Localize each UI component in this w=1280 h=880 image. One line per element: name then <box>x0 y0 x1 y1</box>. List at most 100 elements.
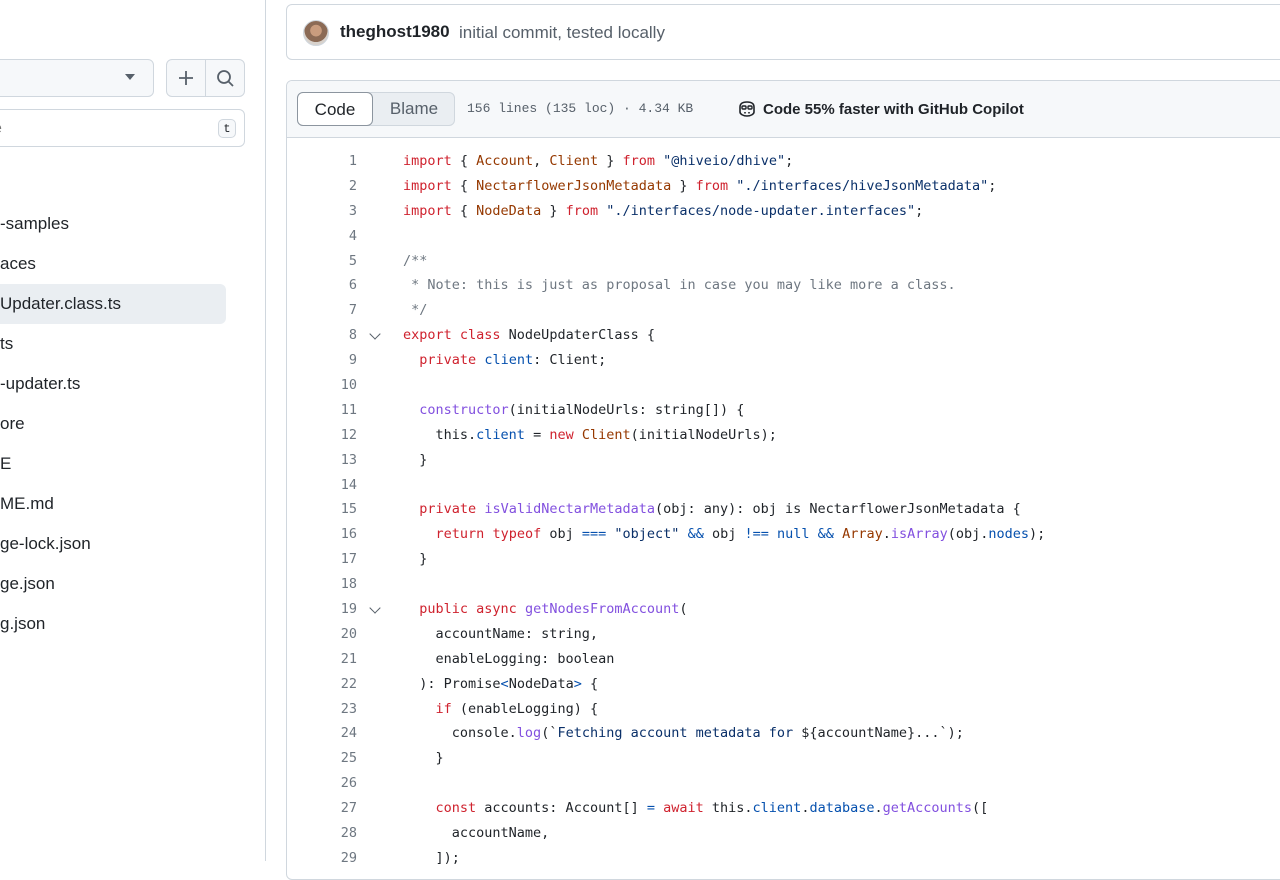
chevron-down-icon[interactable] <box>369 602 381 614</box>
line-number[interactable]: 23 <box>287 697 357 722</box>
line-number[interactable]: 22 <box>287 672 357 697</box>
tree-item[interactable]: aces <box>0 244 265 284</box>
code-token: > <box>573 675 582 692</box>
code-line: 1 import { Account, Client } from "@hivei… <box>287 149 1280 174</box>
code-token: client <box>752 800 802 817</box>
tree-item-label: -updater.ts <box>0 374 81 393</box>
line-number[interactable]: 8 <box>287 323 357 348</box>
code-token: this. <box>403 426 477 443</box>
line-number[interactable]: 20 <box>287 622 357 647</box>
line-number[interactable]: 28 <box>287 821 357 846</box>
line-number[interactable]: 10 <box>287 373 357 398</box>
line-number[interactable]: 14 <box>287 473 357 498</box>
code-token: database <box>809 800 875 817</box>
code-token: (initialNodeUrls); <box>630 426 777 443</box>
code-token: { <box>459 202 477 219</box>
line-number[interactable]: 4 <box>287 224 357 249</box>
line-number[interactable]: 27 <box>287 796 357 821</box>
line-number[interactable]: 16 <box>287 522 357 547</box>
tree-item-label: ts <box>0 334 14 353</box>
branch-selector[interactable] <box>0 59 154 97</box>
tree-item[interactable]: g.json <box>0 604 265 644</box>
line-number[interactable]: 11 <box>287 398 357 423</box>
code-token: "./interfaces/node-updater.interfaces" <box>606 202 916 219</box>
code-line: 9 private client: Client; <box>287 348 1280 373</box>
line-number[interactable]: 26 <box>287 771 357 796</box>
tree-item[interactable]: -samples <box>0 204 265 244</box>
code-token: Account <box>476 153 534 169</box>
line-number[interactable]: 1 <box>287 149 357 174</box>
code-token: isArray <box>890 526 948 543</box>
line-number[interactable]: 9 <box>287 348 357 373</box>
code-token: (obj. <box>947 526 989 543</box>
code-token: this. <box>703 800 753 817</box>
code-token: . <box>874 800 883 817</box>
go-to-file-field[interactable]: t <box>0 109 245 147</box>
tree-item[interactable]: E <box>0 444 265 484</box>
line-number[interactable]: 24 <box>287 721 357 746</box>
tree-item[interactable]: ts <box>0 324 265 364</box>
line-number[interactable]: 12 <box>287 423 357 448</box>
go-to-file-input[interactable] <box>0 119 195 139</box>
tree-item[interactable]: ore <box>0 404 265 444</box>
code-text: import { NectarflowerJsonMetadata } from… <box>403 174 996 199</box>
line-number[interactable]: 17 <box>287 547 357 572</box>
tree-item-selected[interactable]: Updater.class.ts <box>0 284 226 324</box>
code-viewer: Code Blame 156 lines (135 loc) · 4.34 KB… <box>286 80 1280 880</box>
tree-item[interactable]: ge.json <box>0 564 265 604</box>
code-token: ${accountName}...`); <box>801 725 964 742</box>
code-token: constructor <box>419 401 509 418</box>
code-token: ( <box>679 601 688 618</box>
line-number[interactable]: 5 <box>287 249 357 274</box>
tree-item[interactable]: ge-lock.json <box>0 524 265 564</box>
code-token: private <box>419 501 477 518</box>
code-line: 18 <box>287 572 1280 597</box>
tab-blame[interactable]: Blame <box>374 93 454 125</box>
code-token: ; <box>785 153 794 169</box>
code-line: 27 const accounts: Account[] = await thi… <box>287 796 1280 821</box>
code-token: ; <box>988 177 997 194</box>
chevron-down-icon[interactable] <box>369 328 381 340</box>
line-number[interactable]: 25 <box>287 746 357 771</box>
line-number[interactable]: 7 <box>287 298 357 323</box>
line-number[interactable]: 18 <box>287 572 357 597</box>
line-number[interactable]: 29 <box>287 846 357 871</box>
code-token: client <box>484 352 534 369</box>
code-token: */ <box>403 302 428 319</box>
code-token: "./interfaces/hiveJsonMetadata" <box>736 177 989 194</box>
line-number[interactable]: 15 <box>287 497 357 522</box>
code-text: private isValidNectarMetadata(obj: any):… <box>403 497 1020 522</box>
add-file-button[interactable] <box>167 60 205 96</box>
code-token: accounts: Account[] <box>476 800 647 817</box>
code-token: accountName: string, <box>403 625 599 642</box>
code-line: 4 <box>287 224 1280 249</box>
tab-code[interactable]: Code <box>297 92 373 126</box>
tree-item[interactable]: ME.md <box>0 484 265 524</box>
code-line: 2 import { NectarflowerJsonMetadata } fro… <box>287 174 1280 199</box>
line-number[interactable]: 6 <box>287 273 357 298</box>
line-number[interactable]: 2 <box>287 174 357 199</box>
code-token: console. <box>403 725 517 742</box>
copilot-promo-link[interactable]: Code 55% faster with GitHub Copilot <box>737 100 1024 118</box>
code-token: import <box>403 202 460 219</box>
code-token: import <box>403 177 460 194</box>
tree-item[interactable]: -updater.ts <box>0 364 265 404</box>
commit-message-link[interactable]: initial commit, tested locally <box>459 23 665 43</box>
code-text: /** <box>403 249 427 274</box>
avatar[interactable] <box>303 20 329 46</box>
commit-author-link[interactable]: theghost1980 <box>340 22 450 42</box>
line-number[interactable]: 13 <box>287 448 357 473</box>
line-number[interactable]: 21 <box>287 647 357 672</box>
view-mode-toggle: Code Blame <box>297 92 455 126</box>
line-number[interactable]: 19 <box>287 597 357 622</box>
code-token: from <box>565 202 599 219</box>
code-token: export class <box>403 327 501 344</box>
line-number[interactable]: 3 <box>287 199 357 224</box>
code-token: < <box>500 675 509 692</box>
code-text: } <box>403 547 427 572</box>
tree-item-label: -samples <box>0 214 69 233</box>
code-line: 25 } <box>287 746 1280 771</box>
code-token: accountName, <box>403 825 550 842</box>
search-button[interactable] <box>205 60 244 96</box>
